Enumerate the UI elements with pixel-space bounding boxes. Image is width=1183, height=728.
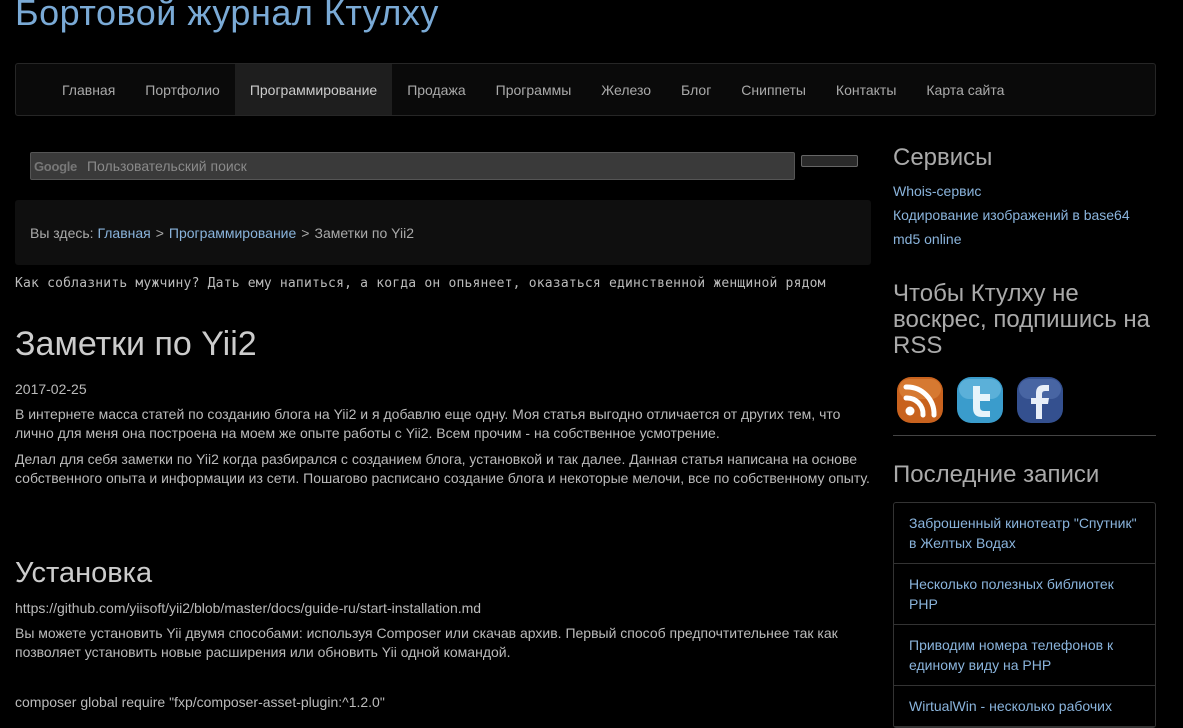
- article: Заметки по Yii2 2017-02-25 В интернете м…: [15, 325, 875, 710]
- article-title: Заметки по Yii2: [15, 325, 257, 363]
- search-placeholder: Пользовательский поиск: [86, 158, 247, 174]
- breadcrumb-prefix: Вы здесь:: [30, 224, 94, 241]
- breadcrumb-current: Заметки по Yii2: [314, 224, 415, 241]
- search-button[interactable]: [801, 155, 858, 167]
- google-logo: Google: [34, 158, 77, 174]
- article-paragraph: Вы можете установить Yii двумя способами…: [15, 625, 838, 660]
- breadcrumb-home-link[interactable]: Главная: [97, 225, 150, 241]
- nav-item-contacts[interactable]: Контакты: [821, 64, 911, 115]
- article-paragraph: В интернете масса статей по созданию бло…: [15, 406, 841, 441]
- main-navbar: Главная Портфолио Программирование Прода…: [15, 63, 1156, 116]
- nav-item-portfolio[interactable]: Портфолио: [130, 64, 235, 115]
- article-date: 2017-02-25: [15, 381, 87, 397]
- nav-item-programs[interactable]: Программы: [481, 64, 587, 115]
- search-row: Google Пользовательский поиск: [30, 152, 860, 180]
- nav-item-sale[interactable]: Продажа: [392, 64, 480, 115]
- article-paragraph: Делал для себя заметки по Yii2 когда раз…: [15, 451, 870, 486]
- nav-item-home[interactable]: Главная: [47, 64, 130, 115]
- services-list: Whois-сервис Кодирование изображений в b…: [893, 183, 1156, 247]
- rss-heading: Чтобы Ктулху не воскрес, подпишись на RS…: [893, 280, 1151, 359]
- code-line: composer global require "fxp/composer-as…: [15, 694, 385, 710]
- recent-post-link[interactable]: Заброшенный кинотеатр "Спутник" в Желтых…: [894, 503, 1155, 564]
- nav-item-snippets[interactable]: Сниппеты: [726, 64, 821, 115]
- recent-posts-heading: Последние записи: [893, 461, 1100, 488]
- search-input[interactable]: Google Пользовательский поиск: [30, 152, 795, 180]
- nav-item-blog[interactable]: Блог: [666, 64, 726, 115]
- site-title[interactable]: Бортовой журнал Ктулху: [15, 0, 439, 34]
- breadcrumb-separator: >: [301, 224, 310, 241]
- rss-icon[interactable]: [893, 373, 947, 427]
- nav-item-sitemap[interactable]: Карта сайта: [911, 64, 1019, 115]
- breadcrumb: Вы здесь: Главная > Программирование > З…: [15, 200, 871, 265]
- section-title: Установка: [15, 557, 153, 589]
- recent-post-link[interactable]: Приводим номера телефонов к единому виду…: [894, 625, 1155, 686]
- recent-post-link[interactable]: Несколько полезных библиотек PHP: [894, 564, 1155, 625]
- recent-post-link[interactable]: WirtualWin - несколько рабочих: [894, 686, 1155, 727]
- breadcrumb-section-link[interactable]: Программирование: [169, 225, 296, 241]
- breadcrumb-separator: >: [155, 224, 164, 241]
- service-link-md5[interactable]: md5 online: [893, 231, 1156, 247]
- sidebar: Сервисы Whois-сервис Кодирование изображ…: [893, 145, 1156, 728]
- social-icons: [893, 373, 1156, 436]
- service-link-whois[interactable]: Whois-сервис: [893, 183, 1156, 199]
- service-link-base64[interactable]: Кодирование изображений в base64: [893, 207, 1156, 223]
- services-heading: Сервисы: [893, 144, 993, 171]
- nav-item-programming[interactable]: Программирование: [234, 64, 393, 115]
- nav-item-hardware[interactable]: Железо: [586, 64, 666, 115]
- facebook-icon[interactable]: [1013, 373, 1067, 427]
- install-guide-url: https://github.com/yiisoft/yii2/blob/mas…: [15, 600, 482, 616]
- recent-posts-list: Заброшенный кинотеатр "Спутник" в Желтых…: [893, 502, 1156, 728]
- twitter-icon[interactable]: [953, 373, 1007, 427]
- random-quote: Как соблазнить мужчину? Дать ему напитьс…: [15, 276, 826, 291]
